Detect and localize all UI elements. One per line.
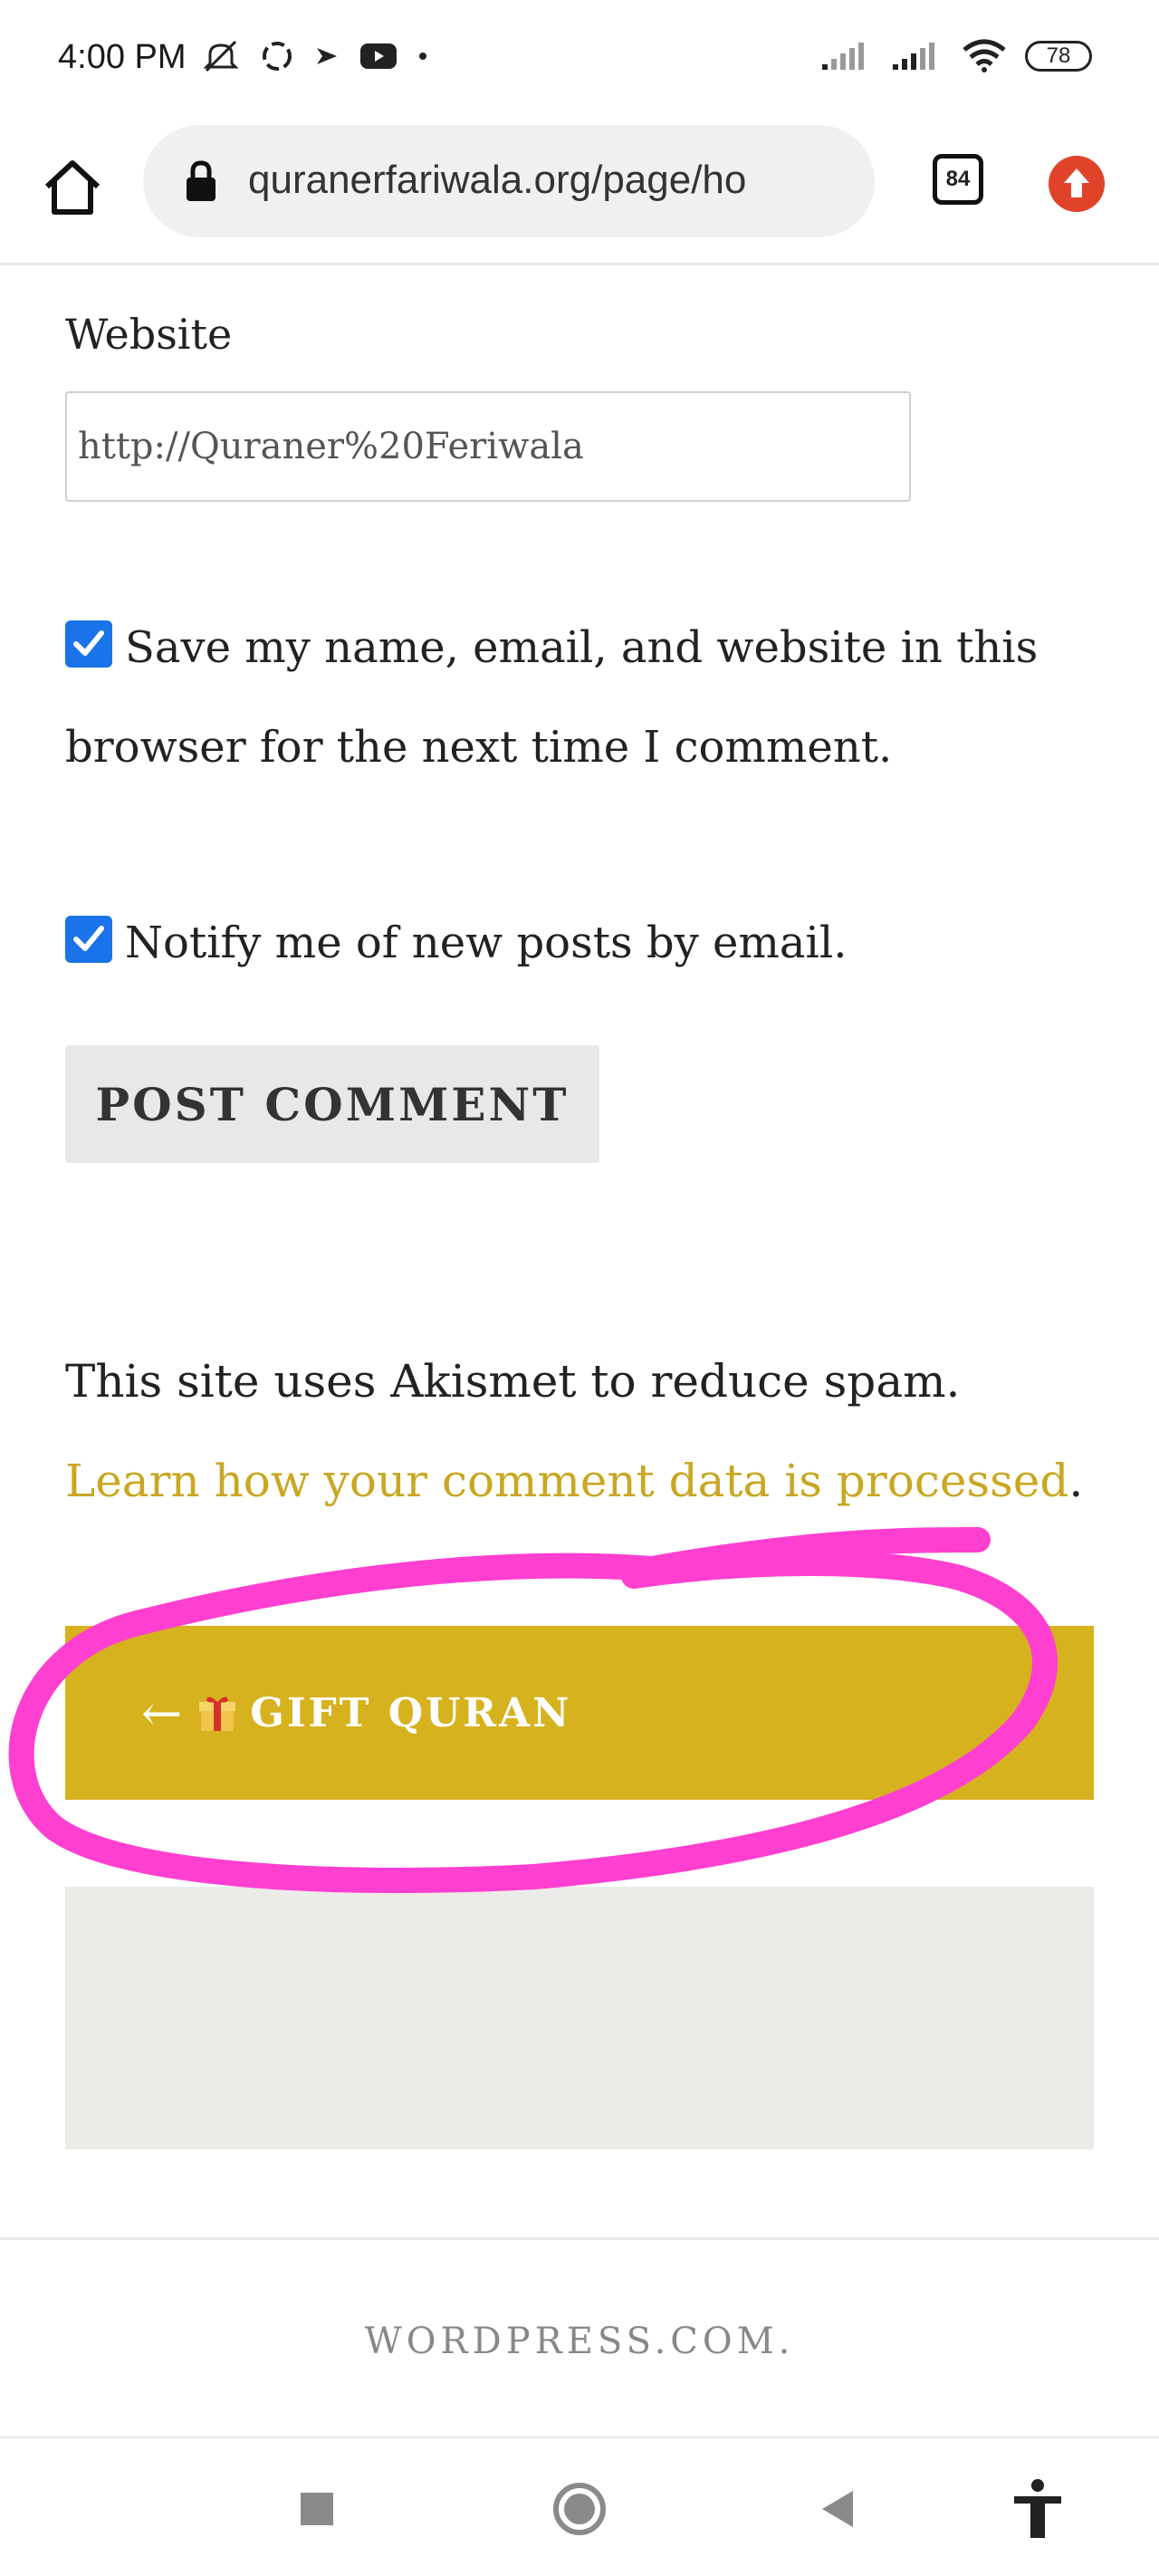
wifi-icon bbox=[963, 39, 1006, 72]
notify-row[interactable]: Notify me of new posts by email. bbox=[65, 893, 1097, 993]
browser-toolbar: quranerfariwala.org/page/ho 84 bbox=[0, 118, 1159, 265]
gift-icon bbox=[199, 1697, 236, 1731]
checkmark-icon bbox=[73, 630, 104, 656]
youtube-icon bbox=[360, 43, 397, 69]
checkmark-icon bbox=[73, 926, 104, 951]
system-navigation-bar bbox=[0, 2438, 1159, 2576]
notify-label: Notify me of new posts by email. bbox=[125, 918, 848, 968]
website-label: Website bbox=[65, 310, 233, 359]
annotation-circle bbox=[8, 1527, 1058, 1894]
square-icon bbox=[301, 2493, 333, 2525]
signal-icon bbox=[893, 43, 934, 70]
footer-credit-link[interactable]: WORDPRESS.COM. bbox=[0, 2321, 1159, 2362]
lock-icon bbox=[187, 160, 216, 201]
akismet-notice: This site uses Akismet to reduce spam. L… bbox=[65, 1331, 1106, 1531]
home-button[interactable] bbox=[543, 2473, 616, 2545]
address-bar[interactable]: quranerfariwala.org/page/ho bbox=[143, 125, 875, 237]
akismet-link[interactable]: Learn how your comment data is processed bbox=[65, 1455, 1068, 1507]
save-info-row[interactable]: Save my name, email, and website in this… bbox=[65, 598, 1097, 797]
back-button[interactable] bbox=[800, 2473, 873, 2545]
tab-count: 84 bbox=[945, 167, 971, 191]
gift-quran-label: GIFT QURAN bbox=[250, 1689, 572, 1736]
signal-icon bbox=[822, 43, 864, 70]
mute-icon bbox=[203, 40, 239, 72]
footer-divider bbox=[0, 2237, 1159, 2240]
save-info-label: Save my name, email, and website in this… bbox=[65, 622, 1039, 773]
placeholder-block bbox=[65, 1887, 1094, 2149]
accessibility-button[interactable] bbox=[1001, 2473, 1074, 2545]
dot-icon bbox=[419, 53, 426, 60]
previous-post-link[interactable]: ← GIFT QURAN bbox=[65, 1626, 1094, 1800]
battery-icon: 78 bbox=[1025, 41, 1092, 72]
tab-switcher-button[interactable]: 84 bbox=[933, 154, 983, 205]
circle-icon bbox=[553, 2483, 606, 2535]
arrow-left-icon: ← bbox=[141, 1684, 186, 1742]
website-field[interactable] bbox=[65, 391, 911, 502]
sync-icon bbox=[263, 42, 292, 71]
url-text[interactable]: quranerfariwala.org/page/ho bbox=[248, 158, 864, 203]
akismet-text: This site uses Akismet to reduce spam. bbox=[65, 1355, 961, 1408]
status-time: 4:00 PM bbox=[58, 38, 187, 76]
recents-button[interactable] bbox=[281, 2473, 353, 2545]
post-comment-button[interactable]: POST COMMENT bbox=[65, 1045, 599, 1163]
notify-checkbox[interactable] bbox=[65, 916, 112, 963]
triangle-left-icon bbox=[822, 2491, 853, 2527]
battery-level: 78 bbox=[1046, 43, 1071, 68]
home-icon[interactable] bbox=[40, 156, 105, 221]
akismet-suffix: . bbox=[1068, 1455, 1084, 1507]
update-icon[interactable] bbox=[1049, 156, 1105, 212]
accessibility-icon bbox=[1014, 2479, 1061, 2538]
status-bar: 4:00 PM 78 bbox=[0, 0, 1159, 118]
arrow-icon bbox=[317, 48, 337, 64]
save-info-checkbox[interactable] bbox=[65, 620, 112, 668]
